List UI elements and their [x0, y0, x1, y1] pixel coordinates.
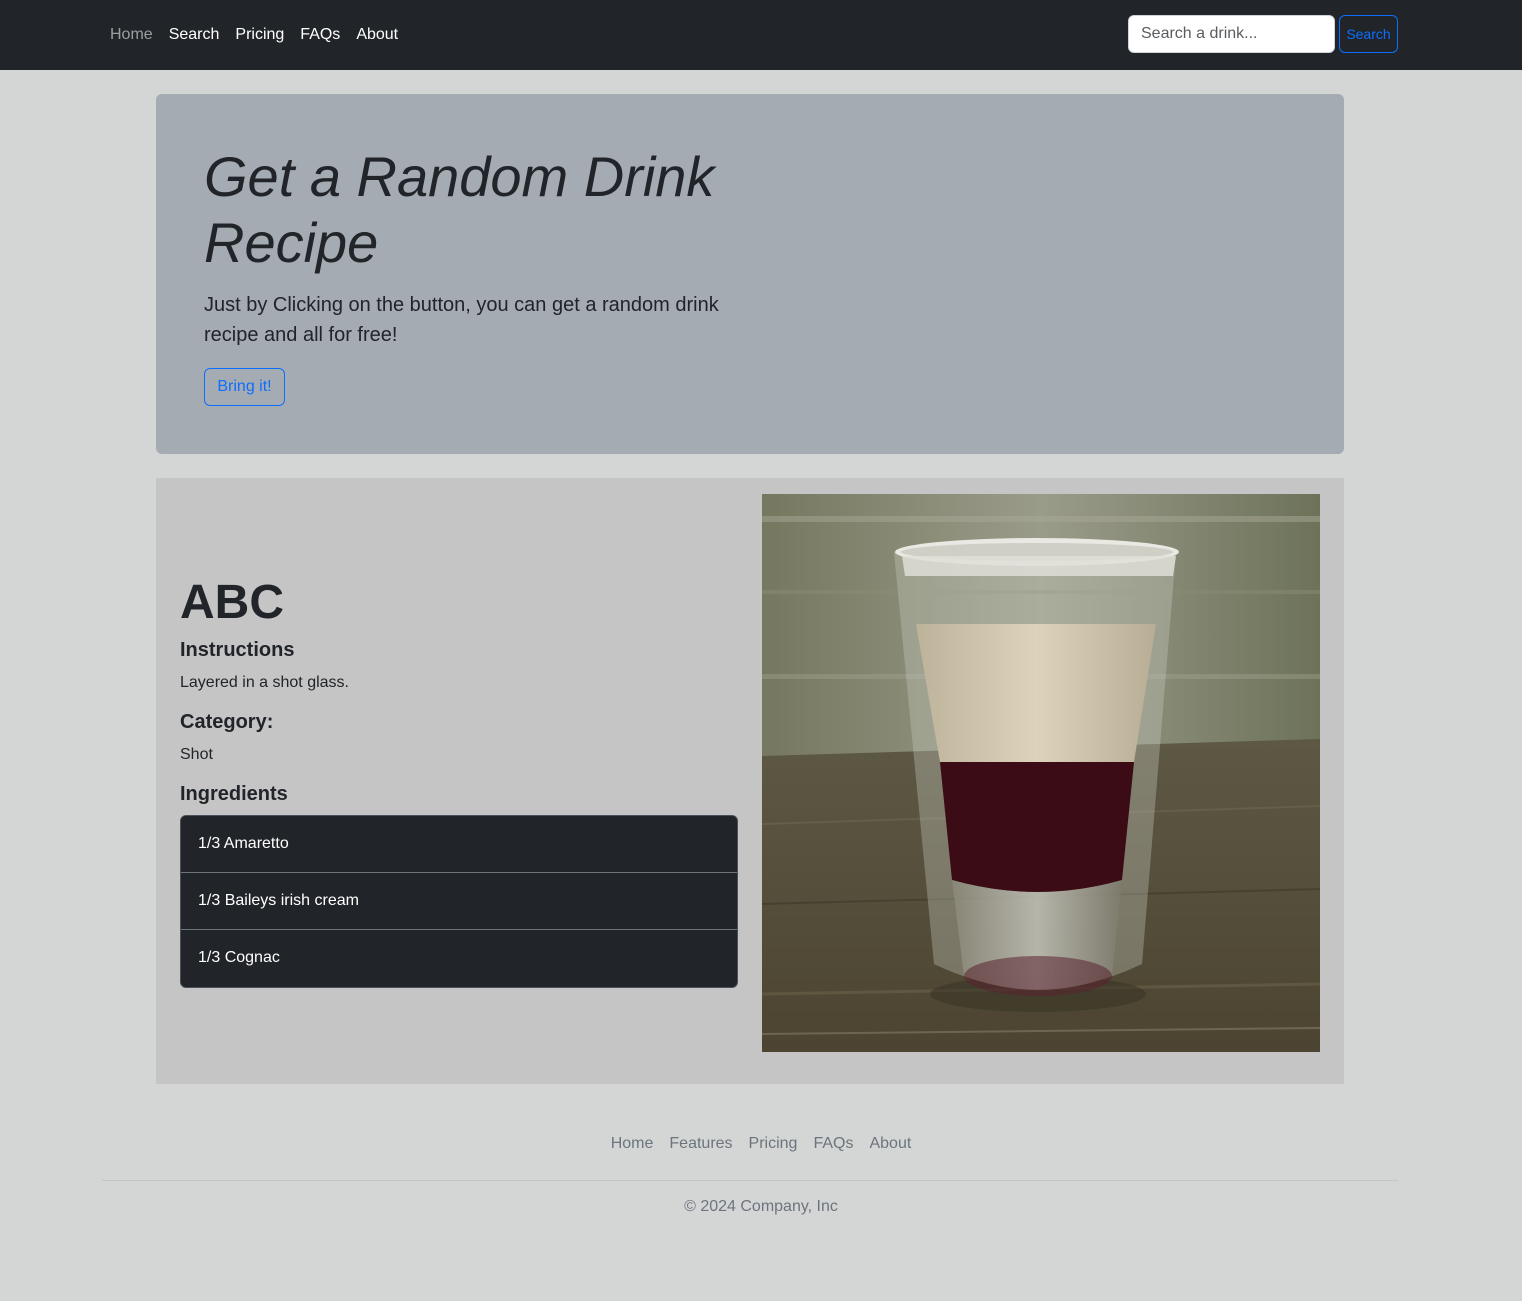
- search-button[interactable]: Search: [1339, 15, 1398, 53]
- footer-link-about[interactable]: About: [861, 1132, 919, 1156]
- ingredient-item: 1/3 Baileys irish cream: [181, 873, 737, 930]
- nav-link-faqs[interactable]: FAQs: [292, 0, 348, 70]
- footer-link-pricing[interactable]: Pricing: [741, 1132, 806, 1156]
- hero-title: Get a Random Drink Recipe: [204, 145, 715, 274]
- hero-banner: Get a Random Drink Recipe Just by Clicki…: [156, 94, 1344, 454]
- category-text: Shot: [180, 746, 213, 763]
- drink-name: ABC: [180, 576, 284, 629]
- nav-link-search[interactable]: Search: [161, 0, 228, 70]
- drink-card: ABC Instructions Layered in a shot glass…: [156, 478, 1344, 1084]
- nav-links: Home Search Pricing FAQs About: [102, 0, 406, 70]
- footer-nav: Home Features Pricing FAQs About: [0, 1132, 1522, 1156]
- drink-photo: [762, 494, 1320, 1052]
- ingredient-item: 1/3 Cognac: [181, 930, 737, 987]
- footer-link-faqs[interactable]: FAQs: [805, 1132, 861, 1156]
- search-input[interactable]: [1128, 15, 1335, 53]
- ingredients-heading: Ingredients: [180, 783, 288, 805]
- nav-link-pricing[interactable]: Pricing: [227, 0, 292, 70]
- footer-divider: [102, 1180, 1398, 1181]
- footer-link-home[interactable]: Home: [603, 1132, 662, 1156]
- nav-link-home[interactable]: Home: [102, 0, 161, 70]
- shot-glass-image: [762, 494, 1320, 1052]
- bring-it-button[interactable]: Bring it!: [204, 368, 285, 406]
- copyright-text: © 2024 Company, Inc: [684, 1198, 838, 1215]
- instructions-text: Layered in a shot glass.: [180, 674, 349, 691]
- search-form: Search: [1128, 15, 1398, 53]
- footer-link-features[interactable]: Features: [661, 1132, 740, 1156]
- hero-lead: Just by Clicking on the button, you can …: [204, 294, 719, 346]
- top-navbar: Home Search Pricing FAQs About Search: [0, 0, 1522, 70]
- instructions-heading: Instructions: [180, 639, 295, 661]
- nav-link-about[interactable]: About: [348, 0, 406, 70]
- category-heading: Category:: [180, 711, 274, 733]
- ingredient-item: 1/3 Amaretto: [181, 816, 737, 873]
- ingredients-list: 1/3 Amaretto 1/3 Baileys irish cream 1/3…: [180, 815, 738, 988]
